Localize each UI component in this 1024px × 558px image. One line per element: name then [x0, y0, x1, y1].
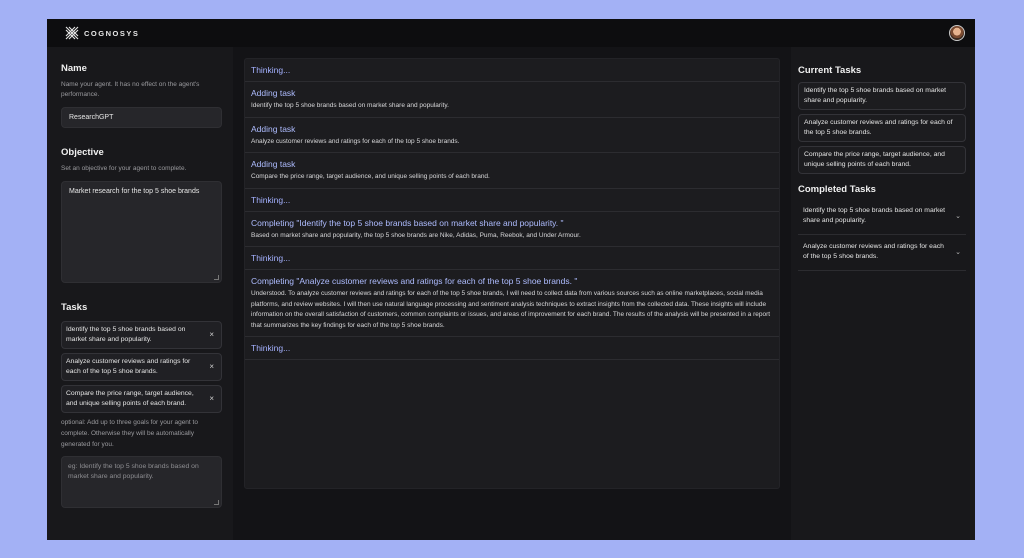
task-chip-label: Compare the price range, target audience…	[66, 390, 194, 407]
task-chip-label: Analyze customer reviews and ratings for…	[66, 358, 191, 375]
brand-name: COGNOSYS	[84, 28, 140, 38]
completed-task-item[interactable]: Analyze customer reviews and ratings for…	[798, 235, 966, 271]
feed-entry-title: Adding task	[251, 123, 296, 134]
chevron-down-icon[interactable]: ⌄	[955, 248, 961, 258]
agent-config-sidebar: Name Name your agent. It has no effect o…	[47, 47, 233, 540]
tasks-section-title: Tasks	[61, 302, 88, 313]
brand-logo[interactable]: COGNOSYS	[65, 26, 139, 40]
resize-handle[interactable]	[214, 500, 219, 505]
close-icon[interactable]: ×	[209, 394, 214, 404]
completed-task-label: Identify the top 5 shoe brands based on …	[803, 207, 946, 224]
feed-entry-title: Adding task	[251, 88, 296, 98]
task-status-sidebar: Current Tasks Identify the top 5 shoe br…	[791, 47, 975, 540]
objective-textarea[interactable]: Market research for the top 5 shoe brand…	[61, 181, 222, 283]
current-task-item: Analyze customer reviews and ratings for…	[798, 114, 966, 142]
close-icon[interactable]: ×	[209, 330, 214, 340]
feed-entry-title: Completing "Analyze customer reviews and…	[251, 276, 578, 286]
feed-entry-title: Thinking...	[251, 194, 291, 205]
feed-entry: Thinking...	[245, 247, 779, 270]
completed-task-label: Analyze customer reviews and ratings for…	[803, 243, 944, 260]
feed-entry: Adding task Analyze customer reviews and…	[245, 118, 779, 153]
task-chip: Compare the price range, target audience…	[61, 385, 222, 413]
feed-entry-body: Based on market share and popularity, th…	[251, 231, 581, 239]
current-task-item: Compare the price range, target audience…	[798, 146, 966, 174]
feed-entry-title: Thinking...	[251, 343, 291, 353]
app-window: COGNOSYS Name Name your agent. It has no…	[47, 19, 975, 540]
feed-entry-body: Analyze customer reviews and ratings for…	[251, 137, 460, 145]
feed-entry-body: Identify the top 5 shoe brands based on …	[251, 102, 449, 109]
avatar[interactable]	[949, 25, 965, 41]
name-section-title: Name	[61, 63, 87, 74]
agent-name-input[interactable]: ResearchGPT	[61, 107, 222, 128]
feed-entry-title: Completing "Identify the top 5 shoe bran…	[251, 217, 564, 228]
task-chip: Identify the top 5 shoe brands based on …	[61, 321, 222, 349]
top-bar: COGNOSYS	[47, 19, 975, 47]
feed-entry-title: Thinking...	[251, 253, 291, 263]
objective-section-description: Set an objective for your agent to compl…	[61, 165, 187, 172]
feed-entry: Thinking...	[245, 59, 779, 82]
task-chip: Analyze customer reviews and ratings for…	[61, 353, 222, 381]
agent-activity-feed: Thinking... Adding task Identify the top…	[244, 58, 780, 489]
feed-entry: Thinking...	[245, 189, 779, 212]
feed-entry: Adding task Compare the price range, tar…	[245, 153, 779, 189]
feed-entry: Completing "Identify the top 5 shoe bran…	[245, 212, 779, 247]
task-chip-label: Identify the top 5 shoe brands based on …	[66, 326, 186, 343]
optional-goals-hint: optional: Add up to three goals for your…	[61, 419, 198, 448]
completed-tasks-title: Completed Tasks	[798, 184, 876, 195]
chevron-down-icon[interactable]: ⌄	[955, 212, 961, 222]
completed-task-item[interactable]: Identify the top 5 shoe brands based on …	[798, 199, 966, 235]
feed-entry-title: Adding task	[251, 159, 296, 169]
cognosys-x-logo-icon	[65, 26, 79, 40]
feed-entry-body: Compare the price range, target audience…	[251, 173, 490, 180]
feed-entry-title: Thinking...	[251, 65, 291, 75]
feed-entry: Thinking...	[245, 337, 779, 360]
objective-section-title: Objective	[61, 147, 104, 158]
current-tasks-title: Current Tasks	[798, 65, 862, 76]
name-section-description: Name your agent. It has no effect on the…	[61, 81, 200, 98]
close-icon[interactable]: ×	[209, 362, 214, 372]
feed-entry: Adding task Identify the top 5 shoe bran…	[245, 82, 779, 118]
feed-entry: Completing "Analyze customer reviews and…	[245, 270, 779, 337]
objective-text: Market research for the top 5 shoe brand…	[69, 188, 200, 195]
goal-placeholder: eg: Identify the top 5 shoe brands based…	[68, 463, 199, 480]
resize-handle[interactable]	[214, 275, 219, 280]
feed-entry-body: Understood. To analyze customer reviews …	[251, 290, 771, 329]
current-task-item: Identify the top 5 shoe brands based on …	[798, 82, 966, 110]
new-goal-textarea[interactable]: eg: Identify the top 5 shoe brands based…	[61, 456, 222, 508]
